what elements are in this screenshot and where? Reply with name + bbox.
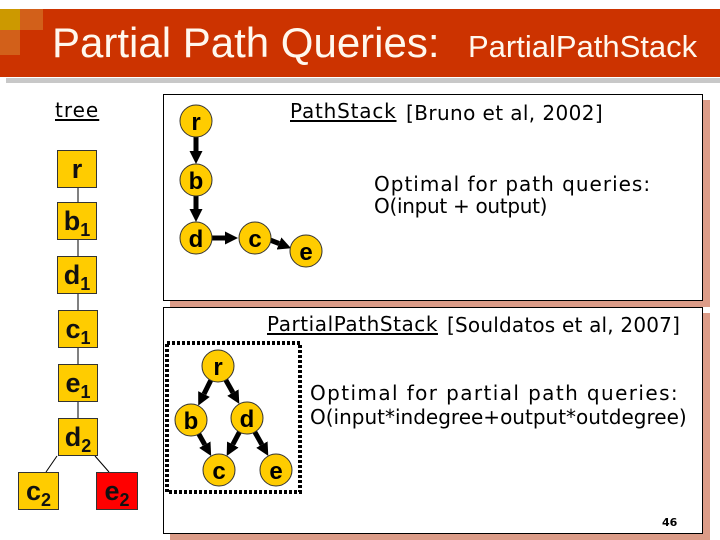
tree-node-label: e bbox=[65, 367, 81, 398]
partialpathstack-complexity: O(input*indegree+output*outdegree) bbox=[310, 405, 687, 429]
partialpathstack-citation: [Souldatos et al, 2007] bbox=[447, 313, 681, 337]
pathstack-citation: [Bruno et al, 2002] bbox=[406, 101, 604, 125]
diagram-canvas: r b d c e r b d c e bbox=[45, 104, 323, 494]
tree-node-highlighted: e2 bbox=[96, 472, 138, 510]
tree-node: d1 bbox=[57, 256, 97, 294]
tree-node-index: 1 bbox=[80, 220, 91, 240]
partialpathstack-name: PartialPathStack bbox=[267, 312, 438, 336]
query-node-label: r bbox=[213, 354, 222, 381]
query-node: c bbox=[238, 221, 272, 255]
query-node: e bbox=[259, 453, 293, 487]
tree-node-index: 1 bbox=[80, 382, 91, 402]
tree-node-index: 2 bbox=[81, 436, 92, 456]
tree-node-index: 2 bbox=[41, 490, 52, 510]
query-node-label: e bbox=[269, 458, 282, 485]
query-node-label: c bbox=[248, 226, 261, 253]
tree-label: tree bbox=[55, 98, 100, 122]
query-node-label: r bbox=[191, 109, 200, 136]
page-number: 46 bbox=[662, 516, 678, 529]
query-edge-arrow bbox=[196, 432, 212, 457]
tree-edge bbox=[45, 455, 58, 473]
query-node: b bbox=[174, 403, 208, 437]
tree-node-label: r bbox=[71, 153, 83, 184]
query-node: b bbox=[179, 163, 213, 197]
query-node: r bbox=[201, 349, 235, 383]
pathstack-name: PathStack bbox=[290, 99, 397, 123]
query-node: e bbox=[289, 234, 323, 268]
query-edge-arrow bbox=[223, 378, 240, 404]
pathstack-complexity: O(input + output) bbox=[374, 194, 548, 218]
query-node: r bbox=[179, 104, 213, 138]
partialpathstack-description: Optimal for partial path queries: bbox=[310, 381, 680, 405]
tree-node-label: e bbox=[104, 475, 120, 506]
tree-node-label: b bbox=[63, 205, 81, 236]
tree-node-index: 1 bbox=[80, 328, 91, 348]
query-node: c bbox=[202, 453, 236, 487]
tree-node: b1 bbox=[57, 202, 97, 240]
pathstack-description: Optimal for path queries: bbox=[374, 172, 652, 196]
partialpathstack-query-graph: r b d c e bbox=[165, 341, 302, 494]
tree-node: e1 bbox=[58, 364, 98, 402]
tree-node-label: c bbox=[65, 313, 81, 344]
tree-node-label: d bbox=[64, 421, 82, 452]
tree-node: r bbox=[57, 150, 97, 188]
query-node: d bbox=[179, 221, 213, 255]
query-edge-arrow bbox=[269, 237, 292, 250]
pathstack-query-graph: r b d c e bbox=[179, 104, 323, 268]
query-node-label: c bbox=[212, 458, 225, 485]
tree-node-label: d bbox=[63, 259, 81, 290]
tree-node-index: 1 bbox=[80, 274, 91, 294]
query-edge-arrow bbox=[252, 430, 269, 456]
query-edge-arrow bbox=[226, 430, 242, 456]
query-node: d bbox=[230, 401, 264, 435]
query-node-label: d bbox=[240, 406, 255, 433]
query-node-label: b bbox=[184, 408, 199, 435]
tree-node-label: c bbox=[25, 475, 41, 506]
tree-node-index: 2 bbox=[119, 490, 130, 510]
tree-node: c1 bbox=[58, 310, 98, 348]
tree-edge bbox=[94, 455, 110, 473]
tree-node: c2 bbox=[18, 472, 59, 510]
query-node-label: e bbox=[299, 239, 312, 266]
tree-node: d2 bbox=[58, 418, 98, 456]
query-node-label: b bbox=[189, 168, 204, 195]
query-edge-arrow bbox=[198, 379, 214, 406]
query-node-label: d bbox=[189, 226, 204, 253]
